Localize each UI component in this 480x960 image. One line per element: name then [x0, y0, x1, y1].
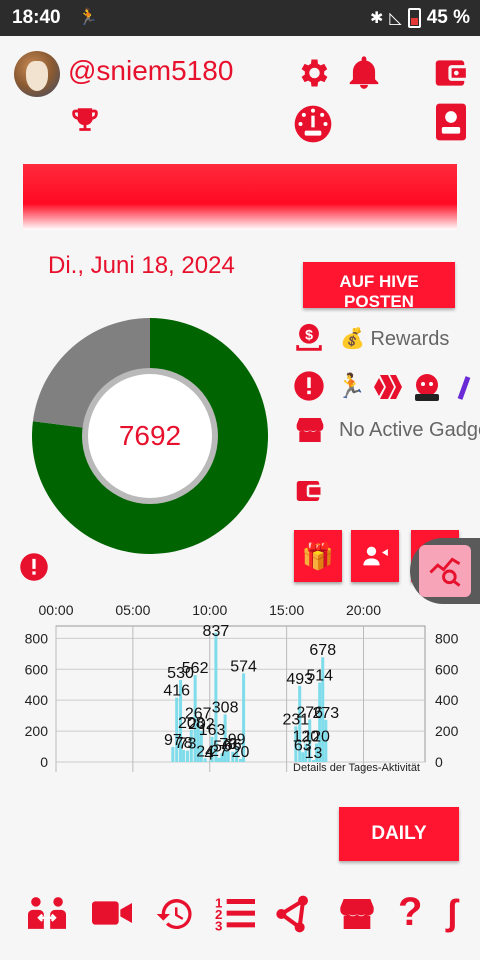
id-card-icon[interactable]: [434, 102, 468, 142]
gift-icon: 🎁: [301, 540, 335, 571]
bar-value-label: 574: [230, 658, 257, 675]
y-tick-label-left: 200: [25, 723, 49, 739]
score-value: 7692: [88, 374, 212, 498]
help-icon[interactable]: ?: [398, 890, 422, 935]
chart-zoom-icon: [429, 557, 461, 587]
bar-value-label: 837: [203, 623, 230, 640]
y-tick-label-right: 600: [435, 661, 459, 677]
y-tick-label-left: 800: [25, 630, 49, 646]
running-icon: 🏃: [336, 373, 366, 400]
bar-value-label: 514: [306, 668, 333, 685]
trophy-icon[interactable]: [66, 104, 104, 138]
y-tick-label-right: 800: [435, 630, 459, 646]
avatar[interactable]: [14, 51, 60, 97]
shop-icon[interactable]: [335, 894, 379, 934]
bar-value-label: 73: [179, 736, 197, 753]
gauge-icon[interactable]: [293, 104, 333, 144]
wallet-small-icon[interactable]: [292, 476, 324, 506]
x-tick-label: 05:00: [115, 602, 150, 618]
battery-icon: [407, 8, 421, 28]
status-right: ✱ ◺ 45 %: [370, 7, 470, 29]
post-to-hive-button[interactable]: AUF HIVE POSTEN: [303, 262, 455, 308]
y-tick-label-right: 0: [435, 754, 443, 770]
bar-value-label: 562: [182, 660, 209, 677]
chart-zoom-fab[interactable]: [410, 538, 480, 604]
token-badge-icon: [412, 372, 442, 402]
bar-value-label: 13: [305, 745, 323, 762]
chart-description: Details der Tages-Aktivität: [293, 762, 420, 774]
contact-icon: [363, 546, 388, 566]
gadgets-status: No Active Gadgets: [339, 419, 480, 441]
activity-icon: 🏃: [78, 9, 98, 26]
store-icon[interactable]: [293, 414, 327, 446]
leaderboard-icon[interactable]: 123: [213, 894, 257, 934]
x-tick-label: 20:00: [346, 602, 381, 618]
y-tick-label-right: 400: [435, 692, 459, 708]
activity-link-icon[interactable]: [24, 894, 70, 932]
activity-chart: 0 0 200 200 400 400 600 600 800 800 00:00 05:00 10:0…: [25, 602, 459, 774]
svg-text:$: $: [305, 327, 313, 343]
y-tick-label-left: 400: [25, 692, 49, 708]
x-tick-label: 10:00: [192, 602, 227, 618]
wallet-icon[interactable]: [430, 54, 470, 92]
video-icon[interactable]: [90, 898, 134, 928]
history-icon[interactable]: [155, 894, 195, 934]
bar-value-label: 308: [212, 699, 239, 716]
bell-icon[interactable]: [345, 54, 383, 92]
more-icon[interactable]: ʃ: [446, 892, 458, 934]
username[interactable]: @sniem5180: [68, 55, 233, 87]
daily-button[interactable]: DAILY: [339, 807, 459, 861]
warning-icon[interactable]: [19, 552, 49, 582]
contact-button[interactable]: [351, 530, 399, 582]
bluetooth-icon: ✱: [369, 10, 384, 27]
date-label: Di., Juni 18, 2024: [48, 252, 235, 279]
status-bar: 18:40 🏃 ✱ ◺ 45 %: [0, 0, 480, 36]
x-tick-label: 00:00: [38, 602, 73, 618]
hive-logo-icon: [372, 373, 404, 401]
bar-value-label: 416: [163, 683, 190, 700]
gear-icon[interactable]: [295, 55, 331, 91]
gift-button[interactable]: 🎁: [294, 530, 342, 582]
partial-token-icon: [456, 373, 480, 401]
chart-zoom-inner[interactable]: [419, 545, 471, 597]
bar-value-label: 678: [309, 642, 336, 659]
x-tick-label: 15:00: [269, 602, 304, 618]
bar-value-label: 120: [303, 728, 330, 745]
y-tick-label-left: 600: [25, 661, 49, 677]
reward-text[interactable]: 💰 Rewards: [340, 326, 460, 351]
y-tick-label-left: 0: [40, 754, 48, 770]
y-tick-label-right: 200: [435, 723, 459, 739]
bottom-nav: 123 ? ʃ: [0, 888, 480, 940]
dollar-upload-icon[interactable]: $: [292, 320, 326, 356]
battery-percent: 45 %: [426, 7, 470, 28]
bar-value-label: 20: [232, 744, 250, 761]
svg-text:3: 3: [215, 919, 222, 934]
alert-icon[interactable]: [293, 370, 325, 402]
signal-icon: ◺: [389, 10, 402, 27]
bar-value-label: 273: [312, 705, 339, 722]
banner[interactable]: [23, 164, 457, 230]
share-icon[interactable]: [272, 894, 314, 934]
status-time: 18:40: [12, 7, 61, 28]
